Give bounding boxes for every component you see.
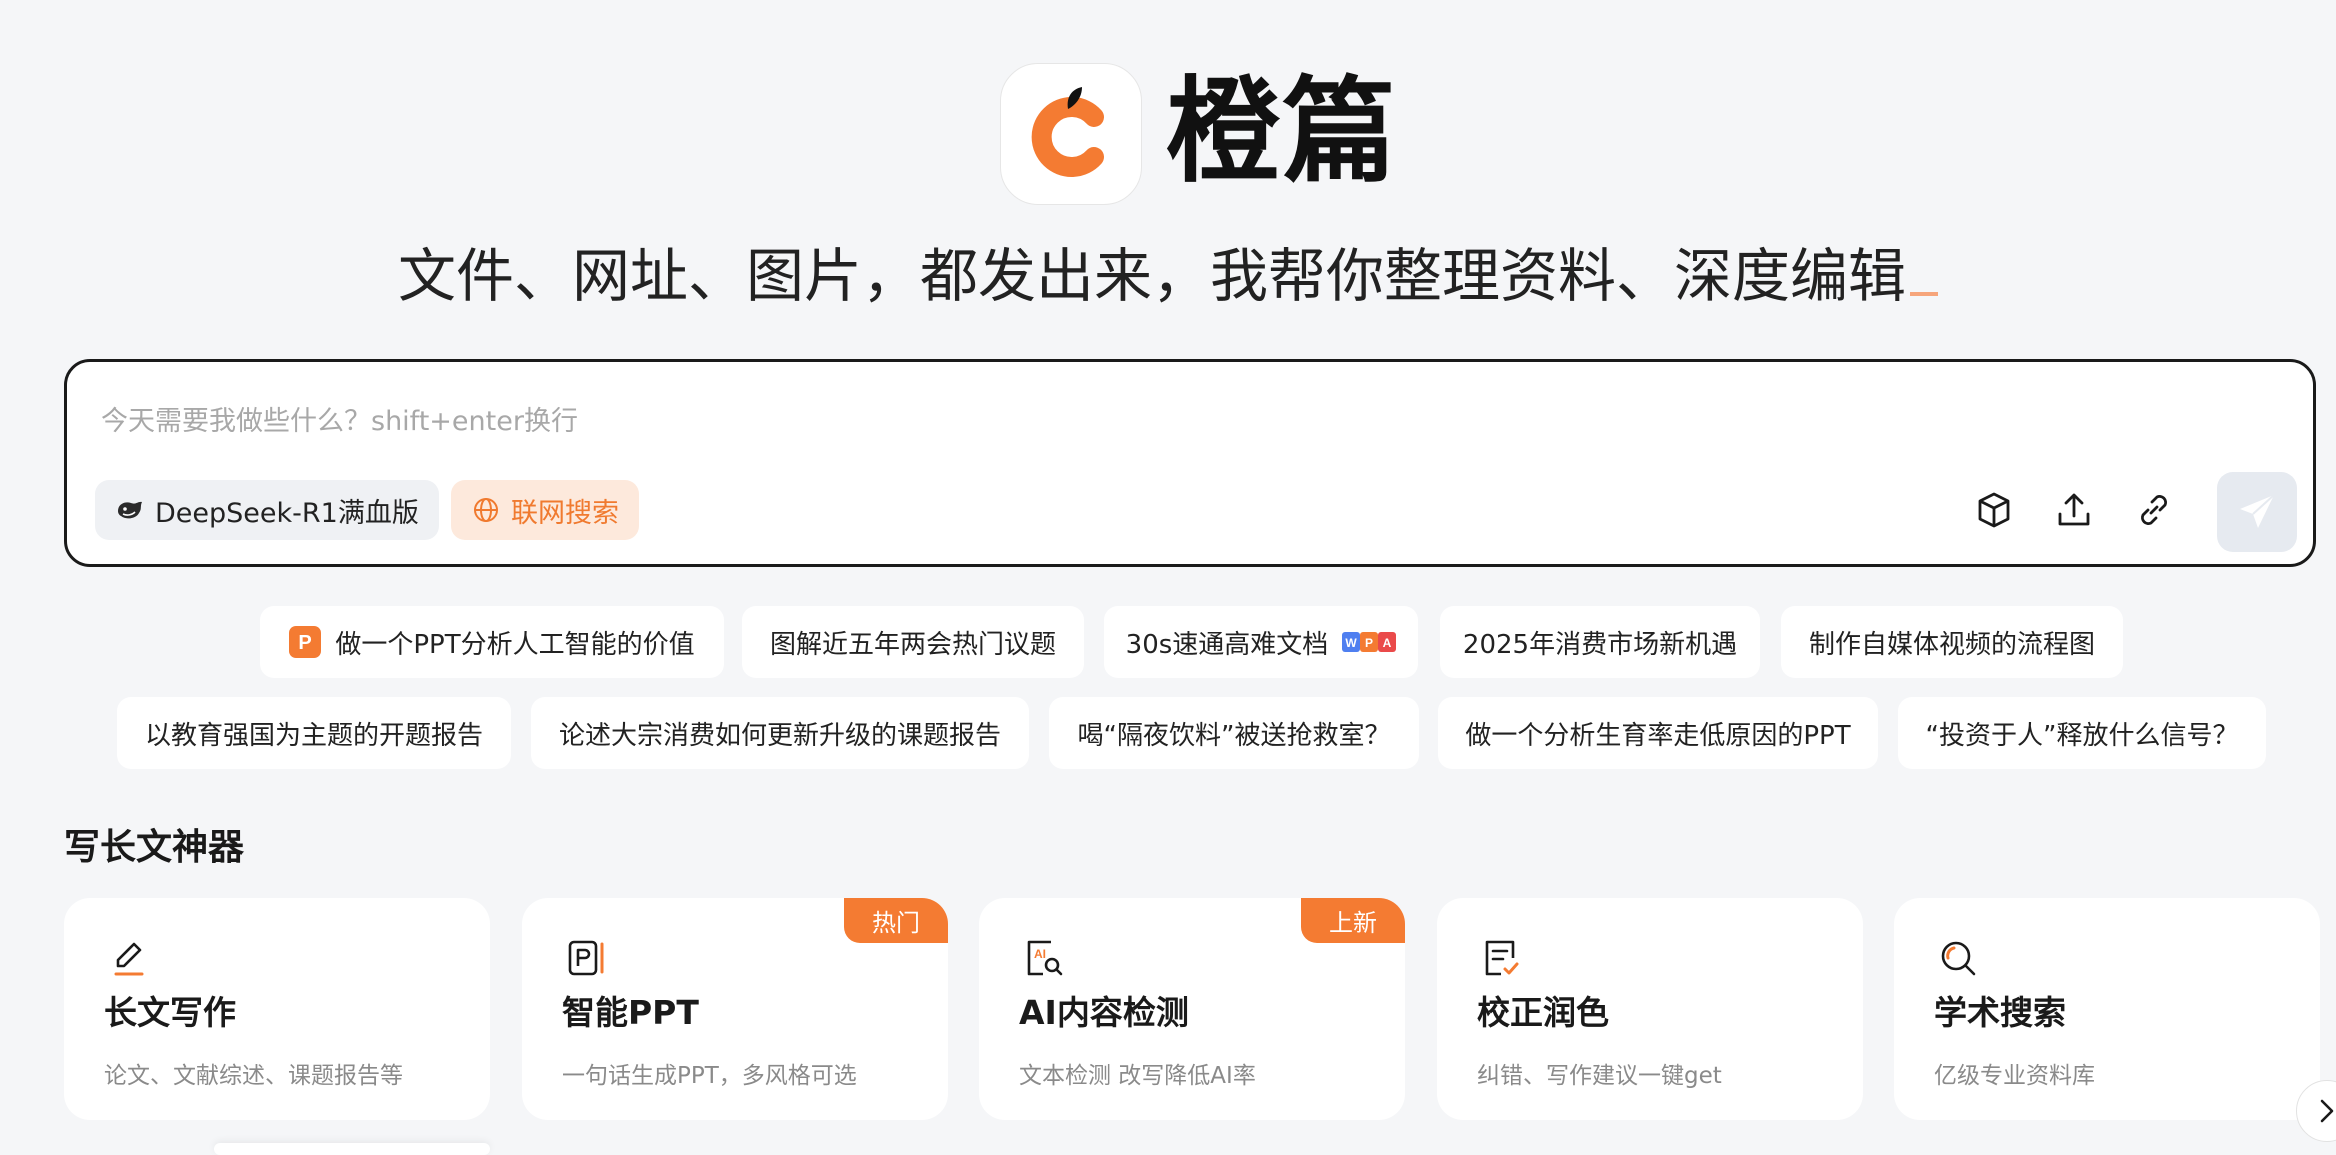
suggestion-label: 2025年消费市场新机遇 [1462, 629, 1738, 660]
feature-card-proofread[interactable]: 校正润色 纠错、写作建议一键get [1437, 898, 1863, 1120]
orange-logo-icon [1031, 87, 1104, 177]
ppt-icon [568, 940, 604, 976]
suggestion-pill[interactable]: 论述大宗消费如何更新升级的课题报告 [531, 697, 1029, 769]
card-desc: 纠错、写作建议一键get [1477, 1063, 1722, 1089]
feature-card-smart-ppt[interactable]: 热门 智能PPT 一句话生成PPT，多风格可选 [522, 898, 948, 1120]
chevron-right-icon [2320, 1099, 2334, 1123]
svg-text:A: A [1383, 636, 1392, 650]
suggestion-label: “投资于人”释放什么信号？ [1925, 720, 2239, 751]
send-button[interactable] [2217, 472, 2297, 552]
new-badge: 上新 [1301, 898, 1405, 943]
suggestion-label: 做一个分析生育率走低原因的PPT [1465, 720, 1851, 751]
cube-button[interactable] [1967, 483, 2021, 537]
upload-icon [2058, 493, 2090, 526]
card-title: 学术搜索 [1934, 993, 2066, 1032]
upload-button[interactable] [2047, 483, 2101, 537]
prompt-input[interactable] [99, 398, 1803, 444]
web-chip-label: 联网搜索 [511, 497, 619, 529]
suggestion-label: 图解近五年两会热门议题 [769, 629, 1056, 660]
suggestion-label: 30s速通高难文档 [1125, 629, 1329, 660]
tagline: 文件、网址、图片，都发出来，我帮你整理资料、深度编辑 [0, 238, 2336, 314]
deepseek-whale-icon [118, 501, 142, 519]
prompt-box: DeepSeek-R1满血版 联网搜索 [64, 359, 2316, 567]
suggestion-label: 做一个PPT分析人工智能的价值 [335, 629, 695, 660]
tagline-text: 文件、网址、图片，都发出来，我帮你整理资料、深度编辑 [397, 242, 1906, 310]
suggestion-pill[interactable]: 图解近五年两会热门议题 [742, 606, 1084, 678]
doc-types-icon: W P A [1342, 632, 1397, 652]
card-title: AI内容检测 [1019, 993, 1189, 1032]
card-title: 长文写作 [104, 993, 236, 1032]
link-button[interactable] [2127, 483, 2181, 537]
feature-card-academic-search[interactable]: 学术搜索 亿级专业资料库 [1894, 898, 2320, 1120]
card-desc: 论文、文献综述、课题报告等 [104, 1063, 403, 1089]
pen-icon [114, 942, 144, 976]
brand-logo [1000, 63, 1142, 205]
card-title: 校正润色 [1477, 993, 1609, 1032]
suggestion-pill[interactable]: 喝“隔夜饮料”被送抢救室？ [1049, 697, 1419, 769]
suggestion-label: 喝“隔夜饮料”被送抢救室？ [1077, 720, 1391, 751]
cube-icon [1978, 492, 2010, 528]
suggestion-pill[interactable]: “投资于人”释放什么信号？ [1898, 697, 2266, 769]
suggestion-label: 制作自媒体视频的流程图 [1808, 629, 2095, 660]
feature-card-long-writing[interactable]: 长文写作 论文、文献综述、课题报告等 [64, 898, 490, 1120]
hot-badge: 热门 [844, 898, 948, 943]
feature-card-ai-detect[interactable]: 上新 AI AI内容检测 文本检测 改写降低AI率 [979, 898, 1405, 1120]
typing-cursor [1910, 292, 1938, 296]
card-desc: 文本检测 改写降低AI率 [1019, 1063, 1256, 1089]
svg-text:P: P [1365, 636, 1373, 650]
globe-icon [474, 498, 498, 522]
suggestion-pill[interactable]: 做一个分析生育率走低原因的PPT [1438, 697, 1878, 769]
suggestion-pill[interactable]: 30s速通高难文档 W P A [1104, 606, 1418, 678]
ppt-badge-icon: P [289, 626, 322, 658]
ai-detect-icon: AI [1027, 940, 1063, 976]
svg-text:AI: AI [1034, 947, 1046, 961]
web-search-chip[interactable]: 联网搜索 [451, 480, 639, 540]
suggestion-label: 论述大宗消费如何更新升级的课题报告 [558, 720, 1001, 751]
send-icon [2240, 494, 2275, 528]
brand-name: 橙篇 [1166, 65, 1399, 198]
suggestion-label: 以教育强国为主题的开题报告 [144, 720, 483, 751]
suggestion-pill[interactable]: 以教育强国为主题的开题报告 [117, 697, 511, 769]
proofread-icon [1485, 940, 1519, 976]
model-select-chip[interactable]: DeepSeek-R1满血版 [95, 480, 439, 540]
search-icon [1941, 941, 1976, 976]
suggestion-pill[interactable]: P 做一个PPT分析人工智能的价值 [260, 606, 724, 678]
card-title: 智能PPT [562, 993, 699, 1032]
svg-text:P: P [299, 632, 312, 654]
suggestion-pill[interactable]: 制作自媒体视频的流程图 [1781, 606, 2123, 678]
model-chip-label: DeepSeek-R1满血版 [155, 497, 419, 529]
card-desc: 亿级专业资料库 [1934, 1063, 2095, 1089]
section-title: 写长文神器 [64, 827, 245, 868]
svg-text:W: W [1346, 636, 1358, 650]
link-icon [2141, 495, 2167, 525]
popup-edge [214, 1143, 490, 1155]
card-desc: 一句话生成PPT，多风格可选 [562, 1063, 857, 1089]
suggestion-pill[interactable]: 2025年消费市场新机遇 [1440, 606, 1760, 678]
